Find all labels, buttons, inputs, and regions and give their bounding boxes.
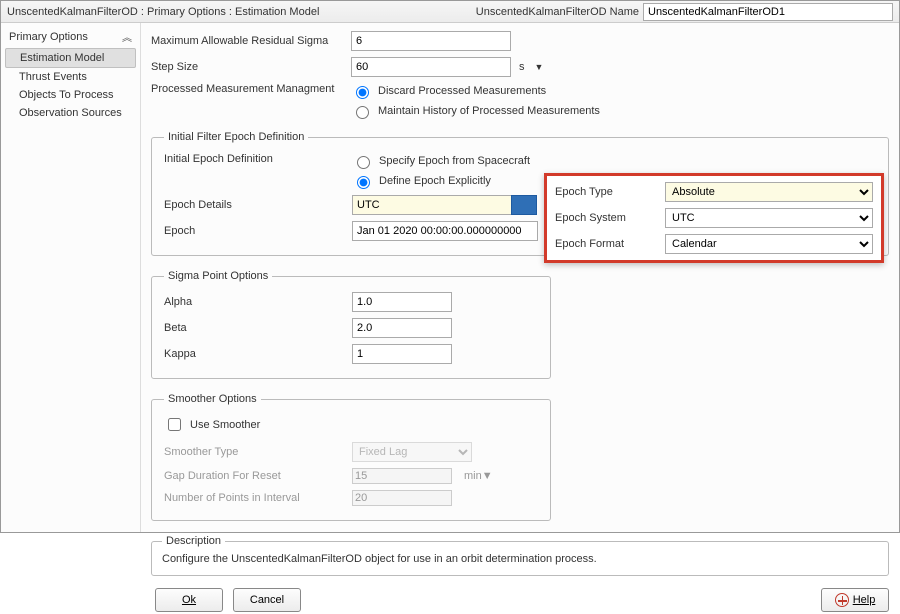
breadcrumb: UnscentedKalmanFilterOD : Primary Option… xyxy=(7,6,476,18)
sidebar-item-observation-sources[interactable]: Observation Sources xyxy=(1,104,140,122)
name-input[interactable] xyxy=(643,3,893,21)
help-button[interactable]: Help xyxy=(821,588,889,612)
sigma-fieldset: Sigma Point Options Alpha Beta Kappa xyxy=(151,270,551,379)
beta-input[interactable] xyxy=(352,318,452,338)
step-size-input[interactable] xyxy=(351,57,511,77)
use-smoother-label: Use Smoother xyxy=(190,419,260,431)
gap-unit: min xyxy=(464,470,482,482)
initial-epoch-legend: Initial Filter Epoch Definition xyxy=(164,131,308,143)
epoch-format-select[interactable]: Calendar xyxy=(665,234,873,254)
help-button-label: Help xyxy=(853,594,876,606)
pmm-label: Processed Measurement Managment xyxy=(151,83,351,95)
epoch-details-expand-button[interactable] xyxy=(511,195,537,215)
sidebar: Primary Options ︽ Estimation Model Thrus… xyxy=(1,23,141,532)
max-sigma-input[interactable] xyxy=(351,31,511,51)
gap-label: Gap Duration For Reset xyxy=(164,470,352,482)
epoch-details-input[interactable] xyxy=(352,195,512,215)
smoother-fieldset: Smoother Options Use Smoother Smoother T… xyxy=(151,393,551,521)
epoch-system-select[interactable]: UTC xyxy=(665,208,873,228)
sidebar-item-estimation-model[interactable]: Estimation Model xyxy=(5,48,136,68)
pmm-option-discard[interactable]: Discard Processed Measurements xyxy=(351,83,600,99)
epoch-type-select[interactable]: Absolute xyxy=(665,182,873,202)
epoch-def-radio-explicit-label: Define Epoch Explicitly xyxy=(379,175,491,187)
smoother-type-select: Fixed Lag xyxy=(352,442,472,462)
epoch-def-spacecraft[interactable]: Specify Epoch from Spacecraft xyxy=(352,153,530,169)
ok-button-label: Ok xyxy=(182,594,196,606)
epoch-def-radio-explicit[interactable] xyxy=(357,176,370,189)
pmm-radio-discard[interactable] xyxy=(356,86,369,99)
title-bar: UnscentedKalmanFilterOD : Primary Option… xyxy=(1,1,899,23)
step-size-unit-dropdown-icon[interactable]: ▼ xyxy=(535,62,544,72)
epoch-def-explicit[interactable]: Define Epoch Explicitly xyxy=(352,173,530,189)
epoch-details-label: Epoch Details xyxy=(164,199,352,211)
epoch-system-label: Epoch System xyxy=(555,212,665,224)
chevron-up-icon[interactable]: ︽ xyxy=(122,29,132,44)
cancel-button-label: Cancel xyxy=(250,594,284,606)
kappa-input[interactable] xyxy=(352,344,452,364)
gap-input xyxy=(352,468,452,484)
use-smoother-check[interactable]: Use Smoother xyxy=(164,415,538,434)
beta-label: Beta xyxy=(164,322,352,334)
epoch-input[interactable] xyxy=(352,221,538,241)
sidebar-item-objects-to-process[interactable]: Objects To Process xyxy=(1,86,140,104)
pmm-radio-maintain-label: Maintain History of Processed Measuremen… xyxy=(378,105,600,117)
gap-unit-dropdown-icon: ▼ xyxy=(482,470,493,482)
npts-input xyxy=(352,490,452,506)
alpha-input[interactable] xyxy=(352,292,452,312)
step-size-label: Step Size xyxy=(151,61,351,73)
alpha-label: Alpha xyxy=(164,296,352,308)
epoch-details-popout: Epoch Type Absolute Epoch System UTC Epo… xyxy=(544,173,884,263)
help-icon xyxy=(835,593,849,607)
ok-button[interactable]: Ok xyxy=(155,588,223,612)
epoch-label: Epoch xyxy=(164,225,352,237)
sigma-legend: Sigma Point Options xyxy=(164,270,272,282)
cancel-button[interactable]: Cancel xyxy=(233,588,301,612)
epoch-type-label: Epoch Type xyxy=(555,186,665,198)
pmm-option-maintain[interactable]: Maintain History of Processed Measuremen… xyxy=(351,103,600,119)
smoother-type-label: Smoother Type xyxy=(164,446,352,458)
npts-label: Number of Points in Interval xyxy=(164,492,352,504)
kappa-label: Kappa xyxy=(164,348,352,360)
description-text: Configure the UnscentedKalmanFilterOD ob… xyxy=(162,553,878,565)
sidebar-title: Primary Options xyxy=(9,31,88,43)
main-panel: Maximum Allowable Residual Sigma Step Si… xyxy=(141,23,899,532)
sidebar-item-thrust-events[interactable]: Thrust Events xyxy=(1,68,140,86)
max-sigma-label: Maximum Allowable Residual Sigma xyxy=(151,35,351,47)
epoch-format-label: Epoch Format xyxy=(555,238,665,250)
pmm-radio-maintain[interactable] xyxy=(356,106,369,119)
epoch-def-radio-spacecraft[interactable] xyxy=(357,156,370,169)
use-smoother-checkbox[interactable] xyxy=(168,418,181,431)
epoch-def-radio-spacecraft-label: Specify Epoch from Spacecraft xyxy=(379,155,530,167)
sidebar-header[interactable]: Primary Options ︽ xyxy=(1,29,140,48)
smoother-legend: Smoother Options xyxy=(164,393,261,405)
description-legend: Description xyxy=(162,535,225,547)
step-size-unit: s xyxy=(519,61,525,73)
pmm-radio-discard-label: Discard Processed Measurements xyxy=(378,85,546,97)
name-label: UnscentedKalmanFilterOD Name xyxy=(476,6,639,18)
epoch-def-label: Initial Epoch Definition xyxy=(164,153,352,165)
description-fieldset: Description Configure the UnscentedKalma… xyxy=(151,535,889,576)
